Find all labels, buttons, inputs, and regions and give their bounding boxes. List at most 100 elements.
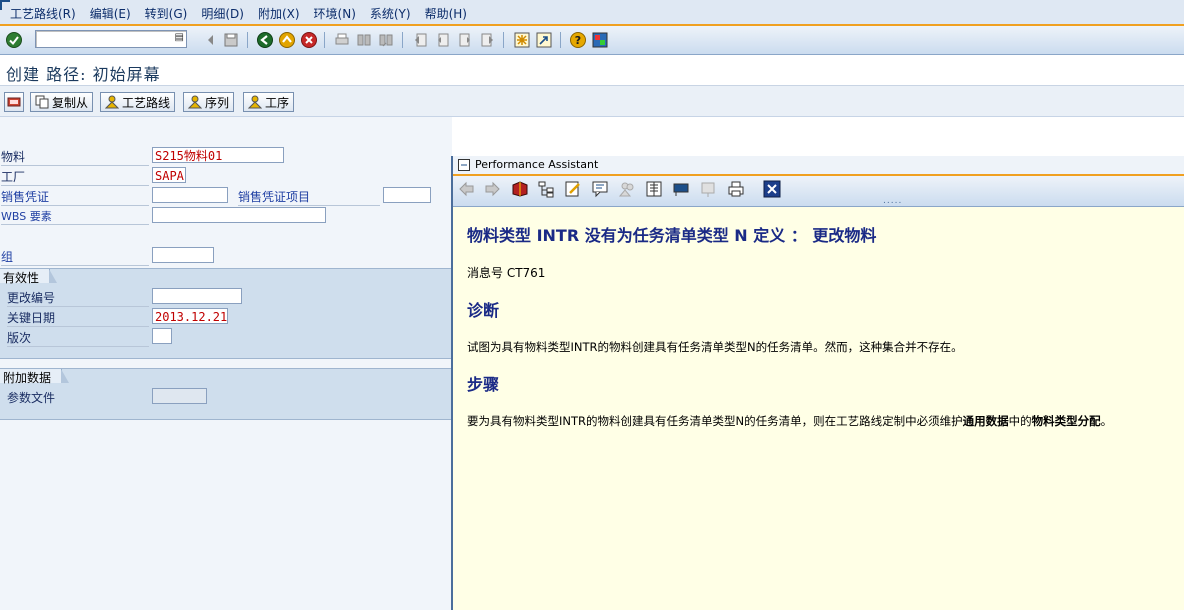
prev-page-icon[interactable] [434,31,452,49]
plant-input[interactable]: SAPA [152,167,186,183]
settings-icon[interactable] [698,179,718,199]
sales-document-input[interactable] [152,187,228,203]
wbs-element-input[interactable] [152,207,326,223]
other-routing-button[interactable] [4,92,24,112]
change-number-input[interactable] [152,288,242,304]
toolbar-separator [402,32,403,48]
menu-goto[interactable]: 转到(G) [145,5,188,22]
person-icon [105,95,119,109]
sales-document-item-label: 销售凭证项目 [238,188,380,206]
operation-label: 工序 [265,95,290,110]
routing-label: 工艺路线 [122,95,171,110]
hierarchy-icon[interactable] [536,179,556,199]
standard-toolbar: ▤ ? [0,26,1184,55]
routing-button[interactable]: 工艺路线 [100,92,176,112]
find-icon[interactable] [355,31,373,49]
pa-general-data-link: 通用数据 [962,414,1009,428]
book-icon[interactable] [510,179,530,199]
command-field[interactable]: ▤ [35,30,187,48]
menu-details[interactable]: 明细(D) [201,5,244,22]
close-icon[interactable] [762,179,782,199]
additional-data-group: 附加数据 参数文件 [0,368,452,420]
save-icon[interactable] [222,31,240,49]
pa-procedure-text-part2: 中的 [1008,414,1032,428]
validity-group-title: 有效性 [0,269,58,285]
print-icon[interactable] [333,31,351,49]
menu-items: 工艺路线(R) 编辑(E) 转到(G) 明细(D) 附加(X) 环境(N) 系统… [10,5,481,22]
first-page-icon[interactable] [412,31,430,49]
edit-icon[interactable] [563,179,583,199]
last-page-icon[interactable] [478,31,496,49]
profile-input [152,388,207,404]
page-title: 创建 路径: 初始屏幕 [6,65,161,84]
menu-environment[interactable]: 环境(N) [314,5,356,22]
pa-message-number: 消息号 CT761 [467,266,546,280]
display-icon [7,97,21,107]
group-input[interactable] [152,247,214,263]
pa-content: 物料类型 INTR 没有为任务清单类型 N 定义 ： 更改物料 消息号 CT76… [467,222,1167,429]
copy-icon [35,95,49,109]
toolbar-separator [324,32,325,48]
menu-extras[interactable]: 附加(X) [258,5,300,22]
copy-from-label: 复制从 [52,95,89,110]
performance-assistant-window: Performance Assistant ..... 物料类型 INTR 没有… [451,156,1184,610]
layout-icon[interactable] [591,31,609,49]
material-input[interactable]: S215物料01 [152,147,284,163]
pa-title: Performance Assistant [475,158,599,171]
command-history-icon[interactable]: ▤ [175,32,184,43]
pa-resize-grip[interactable]: ..... [883,196,902,206]
copy-from-button[interactable]: 复制从 [30,92,94,112]
operation-button[interactable]: 工序 [243,92,295,112]
person-icon [188,95,202,109]
person-icon [248,95,262,109]
print-icon[interactable] [726,179,746,199]
plant-label: 工厂 [1,168,149,186]
users-icon[interactable] [617,179,637,199]
wbs-element-label: WBS 要素 [1,208,149,225]
new-session-icon[interactable] [513,31,531,49]
revision-label: 版次 [7,329,149,347]
profile-label: 参数文件 [7,391,56,405]
material-label: 物料 [1,148,149,166]
note-icon[interactable] [590,179,610,199]
key-date-label: 关键日期 [7,309,149,327]
pa-procedure-title: 步骤 [467,375,500,394]
next-page-icon[interactable] [456,31,474,49]
exit-icon[interactable] [278,31,296,49]
pa-material-type-assignment-link: 物料类型分配 [1031,414,1101,428]
pa-procedure-text: 要为具有物料类型INTR的物料创建具有任务清单类型N的任务清单，则在工艺路线定制… [467,413,1167,429]
sequence-label: 序列 [205,95,230,110]
cancel-icon[interactable] [300,31,318,49]
title-bar: 创建 路径: 初始屏幕 [0,55,1184,86]
pa-diagnosis-text: 试图为具有物料类型INTR的物料创建具有任务清单类型N的任务清单。然而，这种集合… [467,340,963,354]
menu-system[interactable]: 系统(Y) [370,5,411,22]
revision-input[interactable] [152,328,172,344]
pa-title-bar[interactable]: Performance Assistant [453,156,1184,176]
change-number-label: 更改编号 [7,289,149,307]
flag-icon[interactable] [671,179,691,199]
pa-message-heading: 物料类型 INTR 没有为任务清单类型 N 定义 ： 更改物料 [467,226,877,245]
sequence-button[interactable]: 序列 [183,92,235,112]
sales-document-item-input[interactable] [383,187,431,203]
pa-procedure-text-part1: 要为具有物料类型INTR的物料创建具有任务清单类型N的任务清单，则在工艺路线定制… [467,414,963,428]
forward-arrow-icon[interactable] [482,179,502,199]
document-list-icon[interactable] [644,179,664,199]
back-arrow-icon[interactable] [457,179,477,199]
back-icon[interactable] [256,31,274,49]
collapse-icon[interactable] [202,31,220,49]
menu-edit[interactable]: 编辑(E) [90,5,131,22]
shortcut-icon[interactable] [535,31,553,49]
application-toolbar: 复制从 工艺路线 序列 工序 [0,86,1184,117]
key-date-input[interactable]: 2013.12.21 [152,308,228,324]
check-icon[interactable] [5,31,23,49]
sales-document-label: 销售凭证 [1,188,149,206]
menu-routing[interactable]: 工艺路线(R) [10,5,76,22]
menu-help[interactable]: 帮助(H) [425,5,467,22]
initial-screen-form: 物料 S215物料01 工厂 SAPA 销售凭证 销售凭证项目 WBS 要素 组… [0,117,452,610]
svg-text:?: ? [575,34,581,47]
help-icon[interactable]: ? [569,31,587,49]
find-next-icon[interactable] [377,31,395,49]
pa-toolbar [453,176,1184,207]
group-label: 组 [1,248,149,266]
toolbar-separator [560,32,561,48]
